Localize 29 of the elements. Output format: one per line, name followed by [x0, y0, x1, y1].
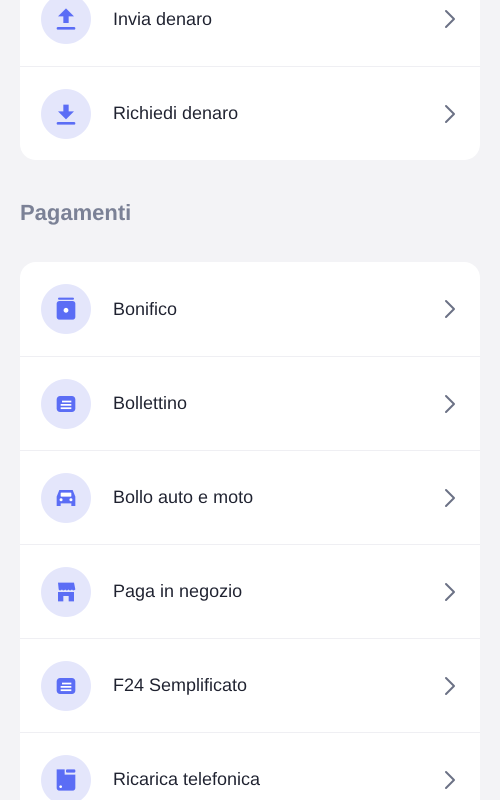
chevron-icon [444, 9, 456, 29]
menu-item-label: Bollettino [113, 392, 188, 415]
menu-item-label: Richiedi denaro [113, 102, 240, 125]
chevron-icon [444, 582, 456, 602]
menu-item[interactable]: Paga in negozio [20, 544, 480, 638]
chevron-icon [444, 299, 456, 319]
menu-item[interactable]: Bonifico [20, 262, 480, 356]
menu-item-label: Paga in negozio [113, 580, 244, 603]
chevron-icon [444, 676, 456, 696]
chevron-icon [444, 770, 456, 790]
menu-item[interactable]: Bollettino [20, 356, 480, 450]
menu-item[interactable]: Richiedi denaro [20, 66, 480, 160]
menu-item[interactable]: Invia denaro [20, 0, 480, 66]
chevron-icon [444, 394, 456, 414]
chevron-icon [444, 104, 456, 124]
section-title: Pagamenti [20, 200, 132, 225]
menu-item[interactable]: F24 Semplificato [20, 638, 480, 732]
menu-item-label: Bollo auto e moto [113, 486, 254, 509]
sim-card-icon [54, 768, 78, 792]
menu-item-label: Invia denaro [113, 8, 214, 30]
menu-item-label: Bonifico [113, 298, 178, 320]
download-icon [54, 102, 78, 126]
menu-item-label: Ricarica telefonica [113, 768, 262, 791]
safe-icon [54, 297, 78, 321]
upload-icon [54, 7, 78, 31]
menu-item-label: F24 Semplificato [113, 674, 248, 697]
menu-item[interactable]: Bollo auto e moto [20, 450, 480, 544]
menu-item[interactable]: Ricarica telefonica [20, 732, 480, 800]
chevron-icon [444, 488, 456, 508]
